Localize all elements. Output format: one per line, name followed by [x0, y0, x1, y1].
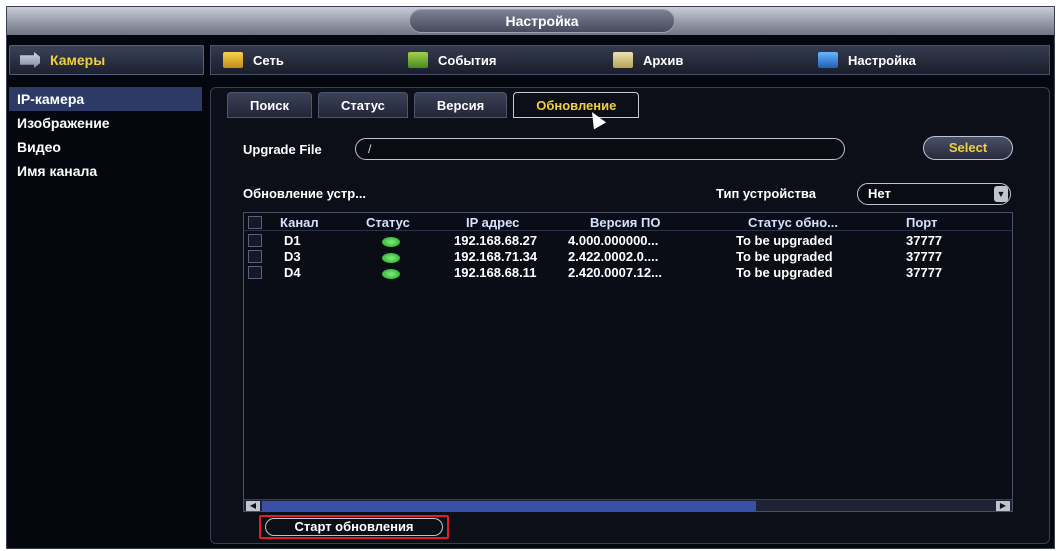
sidebar: IP-камера Изображение Видео Имя канала [9, 87, 202, 183]
cell-ip: 192.168.68.27 [454, 233, 538, 248]
cell-version: 4.000.000000... [568, 233, 659, 248]
cell-port: 37777 [906, 265, 943, 280]
device-type-value: Нет [868, 186, 891, 201]
nav-network[interactable]: Сеть [211, 46, 396, 74]
device-type-select[interactable]: Нет ▼ [857, 183, 1011, 205]
nav-settings-label: Настройка [848, 52, 916, 68]
nav-events[interactable]: События [396, 46, 601, 74]
cell-channel: D4 [284, 265, 301, 280]
scroll-left-icon[interactable]: ◀ [246, 501, 260, 511]
sidebar-item-image[interactable]: Изображение [9, 111, 202, 135]
col-port: Порт [906, 215, 938, 230]
nav-network-label: Сеть [253, 52, 284, 68]
settings-icon [818, 52, 838, 68]
cell-ip: 192.168.71.34 [454, 249, 538, 264]
sidebar-item-video[interactable]: Видео [9, 135, 202, 159]
cell-version: 2.420.0007.12... [568, 265, 662, 280]
cell-version: 2.422.0002.0.... [568, 249, 659, 264]
tab-cameras[interactable]: Камеры [9, 45, 204, 75]
scroll-thumb[interactable] [262, 501, 756, 511]
select-button[interactable]: Select [923, 136, 1013, 160]
nav-settings[interactable]: Настройка [806, 46, 1049, 74]
row-checkbox[interactable] [248, 234, 262, 247]
horizontal-scrollbar[interactable]: ◀ ▶ [244, 499, 1012, 511]
network-icon [223, 52, 243, 68]
cell-channel: D1 [284, 233, 301, 248]
nav-events-label: События [438, 52, 497, 68]
table-row[interactable]: D1 192.168.68.27 4.000.000000... To be u… [244, 233, 1012, 249]
start-upgrade-button[interactable]: Старт обновления [265, 518, 443, 536]
table-row[interactable]: D4 192.168.68.11 2.420.0007.12... To be … [244, 265, 1012, 281]
select-all-checkbox[interactable] [248, 216, 262, 229]
main-nav: Сеть События Архив Настройка [210, 45, 1050, 75]
upgrade-file-label: Upgrade File [243, 141, 322, 157]
cell-upgrade-status: To be upgraded [736, 249, 833, 264]
col-ip: IP адрес [466, 215, 520, 230]
top-nav: Камеры Сеть События Архив Настройка [7, 39, 1054, 81]
sidebar-item-ip-camera[interactable]: IP-камера [9, 87, 202, 111]
cell-channel: D3 [284, 249, 301, 264]
content-panel: Поиск Статус Версия Обновление Upgrade F… [210, 87, 1050, 544]
cell-ip: 192.168.68.11 [454, 265, 537, 280]
table-header: Канал Статус IP адрес Версия ПО Статус о… [244, 215, 1012, 231]
col-version: Версия ПО [590, 215, 661, 230]
upgrade-file-input[interactable]: / [355, 138, 845, 160]
cell-port: 37777 [906, 233, 943, 248]
device-list-label: Обновление устр... [243, 186, 367, 201]
col-channel: Канал [280, 215, 319, 230]
nav-archive[interactable]: Архив [601, 46, 806, 74]
archive-icon [613, 52, 633, 68]
title-bar: Настройка [7, 7, 1054, 35]
tab-search[interactable]: Поиск [227, 92, 313, 118]
cell-port: 37777 [906, 249, 943, 264]
scroll-right-icon[interactable]: ▶ [996, 501, 1010, 511]
tab-version[interactable]: Версия [413, 92, 508, 118]
upgrade-file-row: Upgrade File / Select [243, 136, 1023, 162]
dvr-screen: Настройка Камеры Сеть События Архив Наст… [6, 6, 1055, 549]
row-checkbox[interactable] [248, 266, 262, 279]
col-status: Статус [366, 215, 410, 230]
tab-cameras-label: Камеры [50, 52, 106, 68]
chevron-down-icon: ▼ [994, 186, 1008, 202]
nav-archive-label: Архив [643, 52, 684, 68]
tab-upgrade[interactable]: Обновление [513, 92, 640, 118]
cell-upgrade-status: To be upgraded [736, 265, 833, 280]
device-table: Канал Статус IP адрес Версия ПО Статус о… [243, 212, 1013, 512]
col-upgrade-status: Статус обно... [748, 215, 839, 230]
status-online-icon [382, 265, 400, 283]
start-upgrade-highlight: Старт обновления [259, 515, 449, 539]
row-checkbox[interactable] [248, 250, 262, 263]
cell-upgrade-status: To be upgraded [736, 233, 833, 248]
camera-icon [20, 52, 40, 68]
events-icon [408, 52, 428, 68]
tab-strip: Поиск Статус Версия Обновление [227, 92, 640, 120]
sidebar-item-channel-name[interactable]: Имя канала [9, 159, 202, 183]
device-type-label: Тип устройства [716, 186, 816, 201]
tab-status[interactable]: Статус [318, 92, 408, 118]
table-row[interactable]: D3 192.168.71.34 2.422.0002.0.... To be … [244, 249, 1012, 265]
page-title: Настройка [409, 9, 675, 33]
